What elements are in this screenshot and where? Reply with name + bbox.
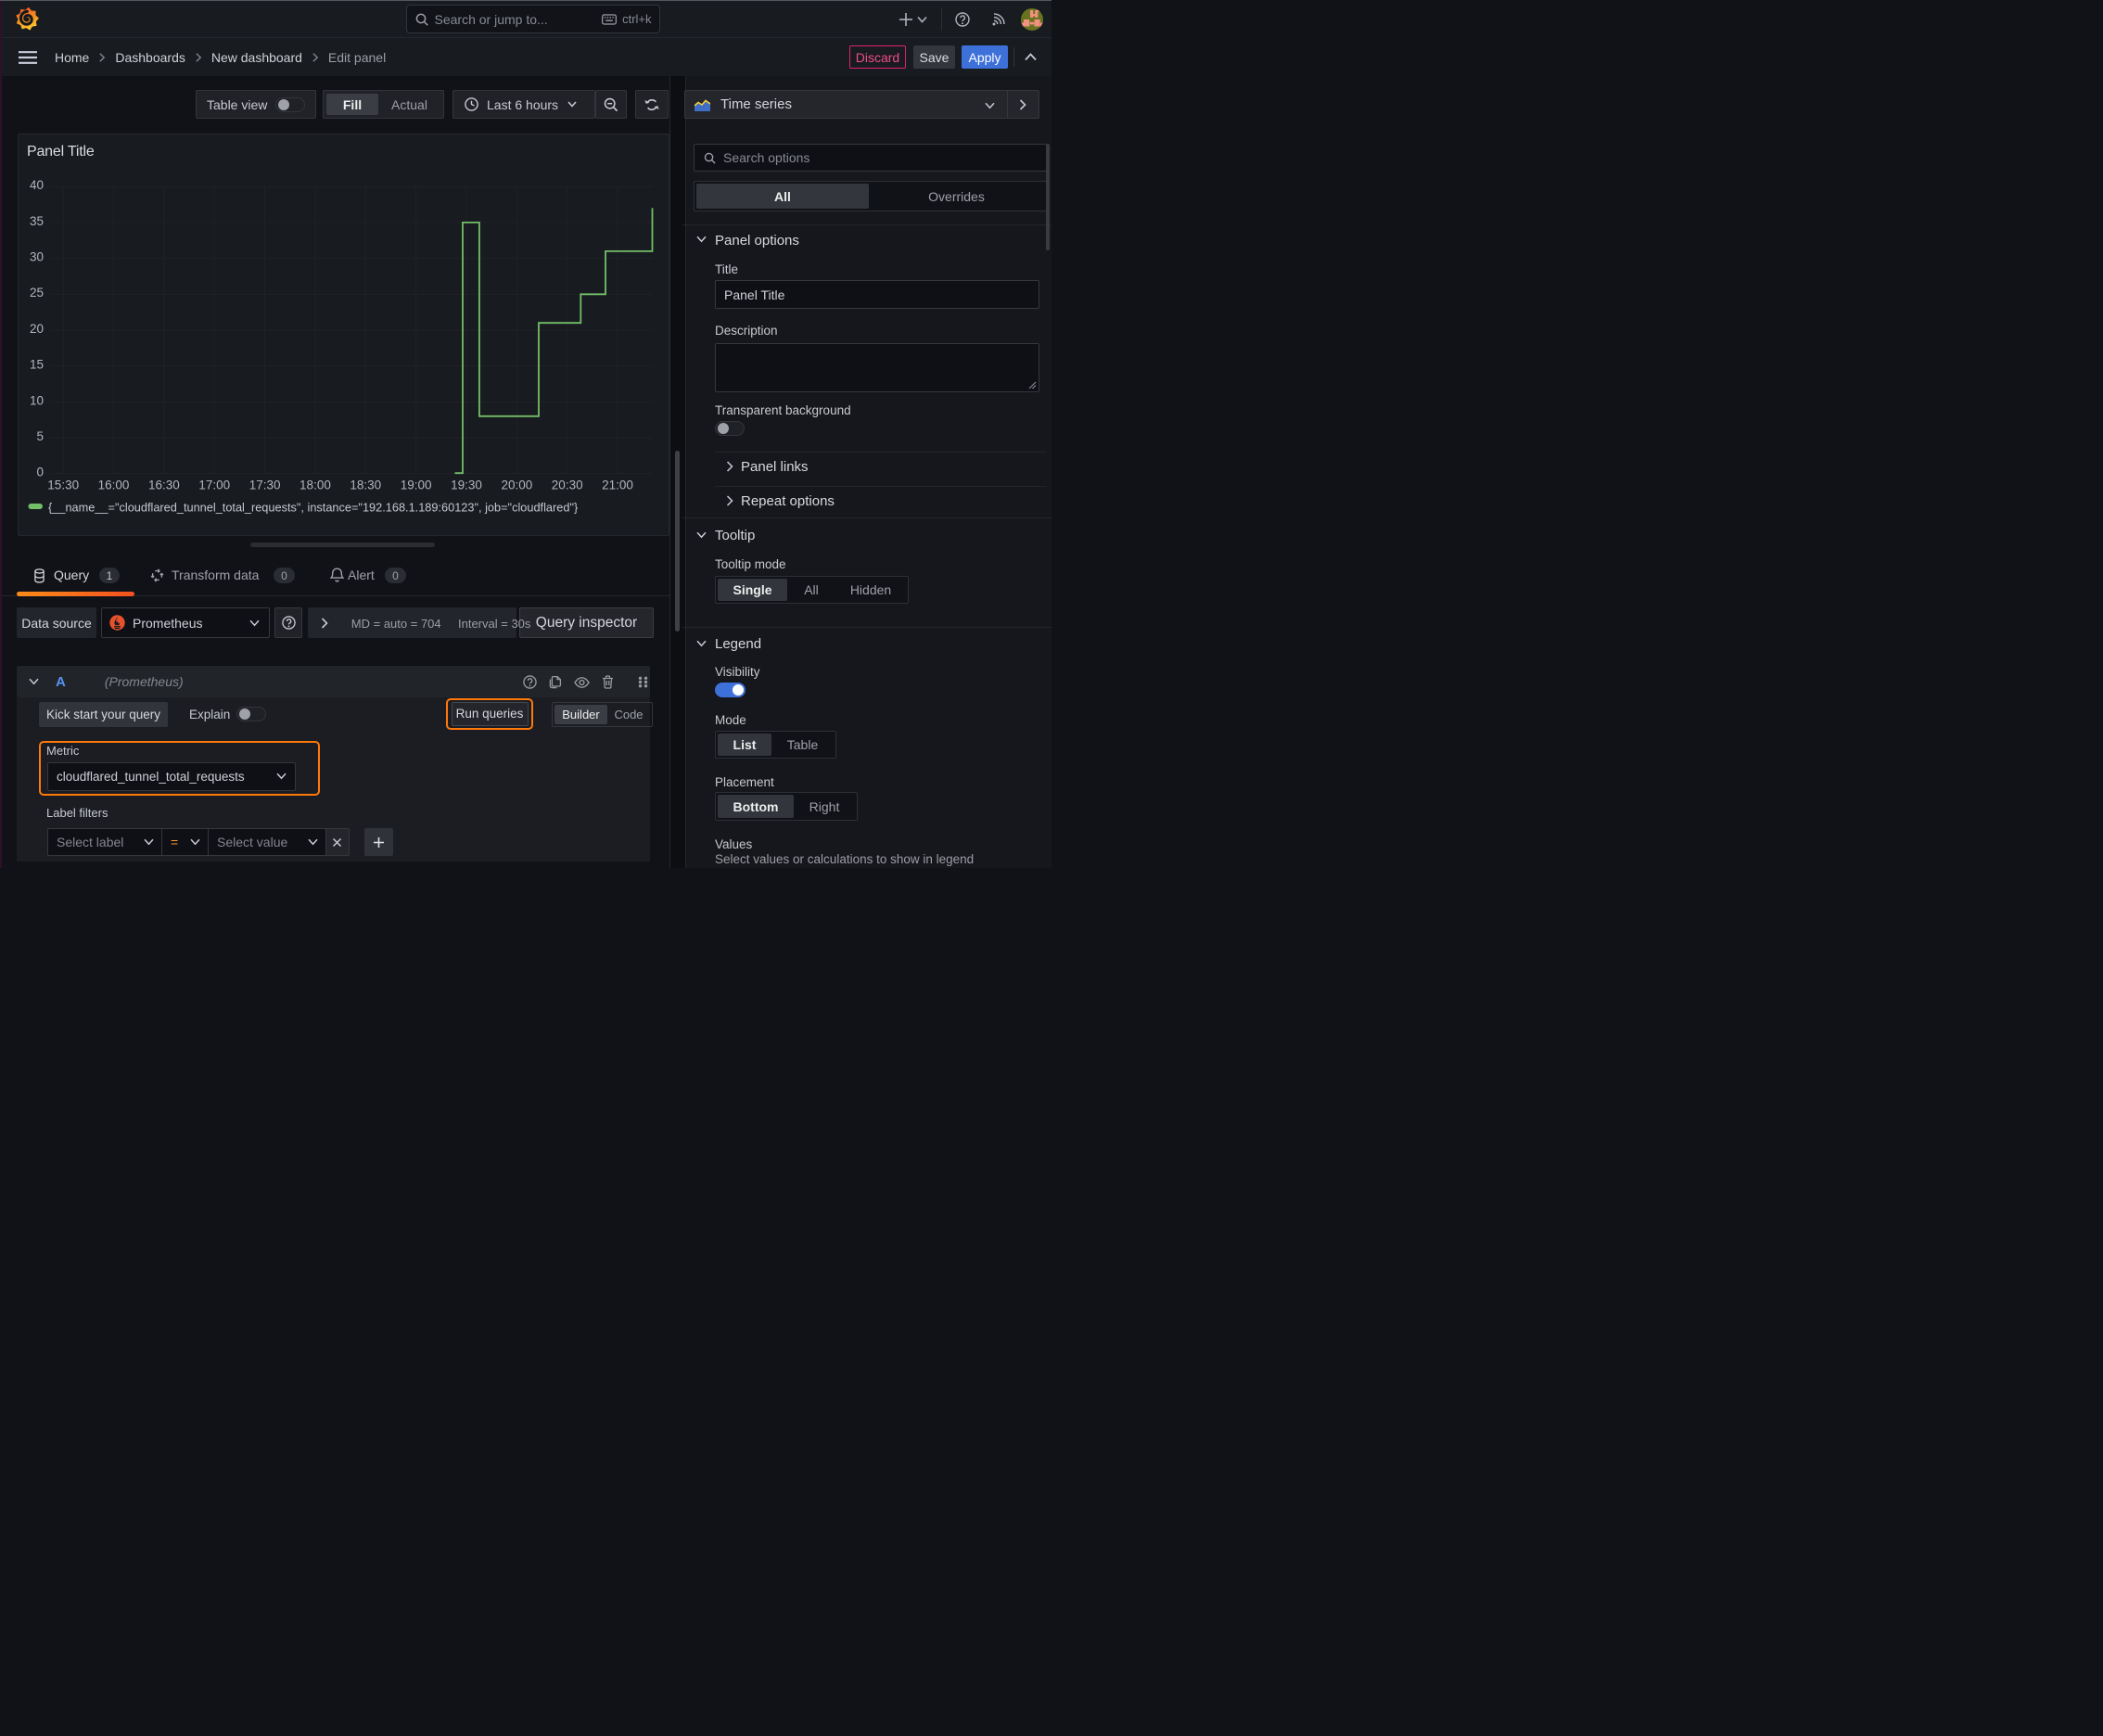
svg-text:20:00: 20:00 xyxy=(501,479,532,492)
svg-text:0: 0 xyxy=(36,466,44,479)
svg-text:17:00: 17:00 xyxy=(198,479,230,492)
svg-text:{__name__="cloudflared_tunnel_: {__name__="cloudflared_tunnel_total_requ… xyxy=(48,501,579,515)
svg-text:19:30: 19:30 xyxy=(451,479,482,492)
svg-text:16:30: 16:30 xyxy=(148,479,180,492)
svg-text:15:30: 15:30 xyxy=(47,479,79,492)
svg-text:5: 5 xyxy=(36,429,44,443)
svg-text:19:00: 19:00 xyxy=(401,479,432,492)
svg-text:40: 40 xyxy=(30,178,44,192)
svg-text:16:00: 16:00 xyxy=(98,479,130,492)
svg-text:25: 25 xyxy=(30,286,44,300)
svg-text:18:00: 18:00 xyxy=(300,479,331,492)
svg-text:35: 35 xyxy=(30,214,44,228)
svg-text:30: 30 xyxy=(30,250,44,264)
svg-text:18:30: 18:30 xyxy=(350,479,381,492)
svg-text:20:30: 20:30 xyxy=(552,479,583,492)
svg-text:21:00: 21:00 xyxy=(602,479,633,492)
svg-text:10: 10 xyxy=(30,393,44,407)
svg-text:20: 20 xyxy=(30,322,44,336)
svg-text:15: 15 xyxy=(30,358,44,372)
svg-text:17:30: 17:30 xyxy=(249,479,281,492)
